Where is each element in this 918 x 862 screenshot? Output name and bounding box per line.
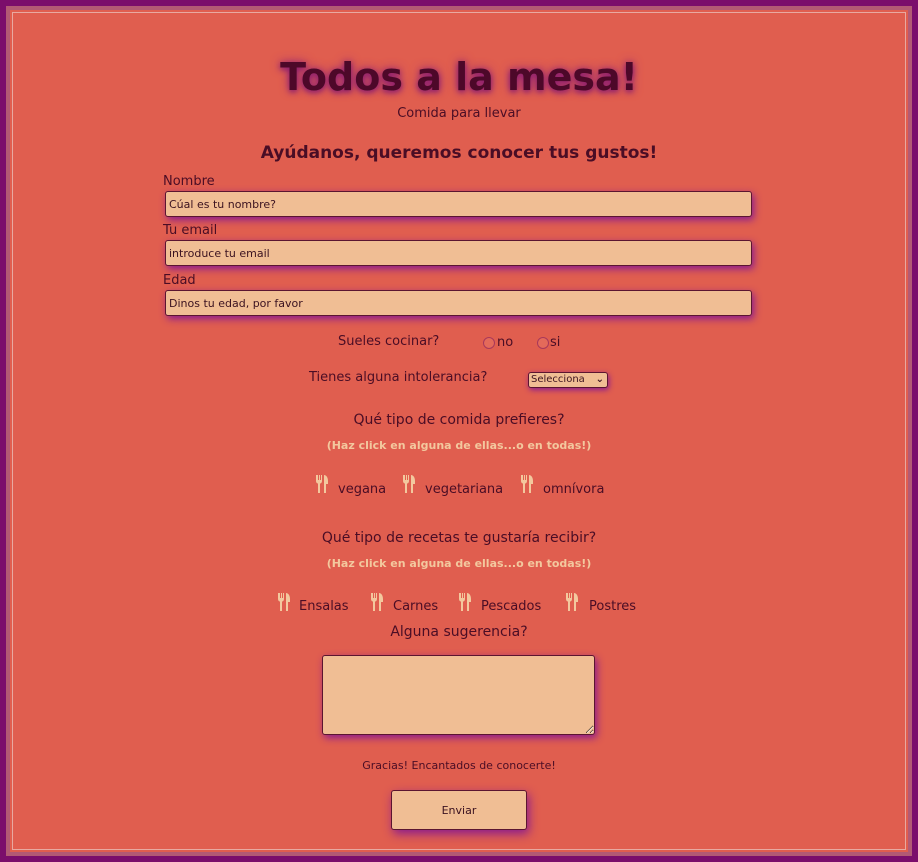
intolerance-selected: Selecciona	[531, 374, 585, 385]
suggestion-label: Alguna sugerencia?	[390, 624, 528, 640]
recipe-option-pescados[interactable]: Pescados	[481, 599, 541, 614]
intolerance-label: Tienes alguna intolerancia?	[309, 370, 488, 385]
recipes-hint: (Haz click en alguna de ellas...o en tod…	[326, 557, 592, 570]
fork-knife-icon[interactable]	[277, 593, 291, 611]
name-label: Nombre	[163, 174, 215, 189]
name-field[interactable]	[165, 191, 752, 217]
food-option-omnivora[interactable]: omnívora	[543, 482, 604, 497]
submit-button[interactable]: Enviar	[391, 790, 527, 830]
page-title: Todos a la mesa!	[280, 55, 638, 99]
radio-no-label: no	[497, 335, 514, 350]
thanks-message: Gracias! Encantados de conocerte!	[362, 759, 556, 772]
radio-si-label: si	[550, 335, 561, 350]
food-type-question: Qué tipo de comida prefieres?	[353, 412, 565, 428]
cooking-label: Sueles cocinar?	[338, 334, 440, 349]
recipe-option-carnes[interactable]: Carnes	[393, 599, 438, 614]
intolerance-select[interactable]: Selecciona ⌄	[528, 372, 608, 388]
age-field[interactable]	[165, 290, 752, 316]
chevron-down-icon: ⌄	[595, 374, 604, 385]
suggestion-textarea[interactable]	[322, 655, 595, 735]
recipe-option-postres[interactable]: Postres	[589, 599, 636, 614]
fork-knife-icon[interactable]	[402, 475, 416, 493]
fork-knife-icon[interactable]	[370, 593, 384, 611]
fork-knife-icon[interactable]	[520, 475, 534, 493]
form-heading: Ayúdanos, queremos conocer tus gustos!	[260, 143, 658, 163]
fork-knife-icon[interactable]	[315, 475, 329, 493]
recipe-option-ensalas[interactable]: Ensalas	[299, 599, 349, 614]
email-label: Tu email	[163, 223, 218, 238]
email-field[interactable]	[165, 240, 752, 266]
page-subtitle: Comida para llevar	[397, 106, 521, 121]
food-option-vegetariana[interactable]: vegetariana	[425, 482, 503, 497]
age-label: Edad	[163, 273, 196, 288]
food-option-vegana[interactable]: vegana	[338, 482, 386, 497]
radio-no[interactable]	[483, 337, 495, 349]
fork-knife-icon[interactable]	[458, 593, 472, 611]
recipes-question: Qué tipo de recetas te gustaría recibir?	[321, 530, 597, 546]
radio-si[interactable]	[537, 337, 549, 349]
fork-knife-icon[interactable]	[565, 593, 579, 611]
food-type-hint: (Haz click en alguna de ellas...o en tod…	[326, 439, 592, 452]
